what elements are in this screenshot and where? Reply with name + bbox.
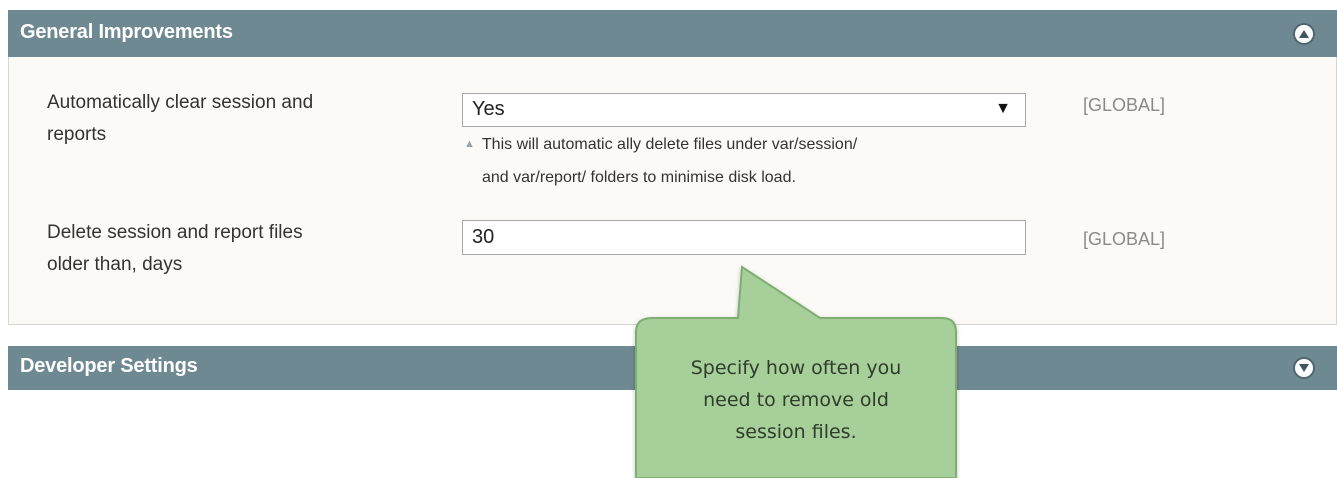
label-line: Automatically clear session and xyxy=(47,92,314,113)
scope-label: [GLOBAL] xyxy=(1083,229,1166,249)
hint-triangle-icon: ▲ xyxy=(464,138,475,150)
delete-older-days-input[interactable]: 30 xyxy=(462,220,1026,255)
section-title: Developer Settings xyxy=(20,355,198,377)
select-value: Yes xyxy=(472,98,505,120)
hint-line: and var/report/ folders to minimise disk… xyxy=(482,169,796,186)
label-line: reports xyxy=(47,124,107,145)
expand-down-icon[interactable] xyxy=(1293,357,1315,379)
general-improvements-panel: Automatically clear session and reports … xyxy=(8,57,1337,325)
auto-clear-label: Automatically clear session and reports xyxy=(47,87,427,151)
collapse-up-icon[interactable] xyxy=(1293,23,1315,45)
input-value: 30 xyxy=(472,226,495,248)
label-line: Delete session and report files xyxy=(47,222,303,243)
scope-label: [GLOBAL] xyxy=(1083,95,1166,115)
general-improvements-header[interactable]: General Improvements xyxy=(8,10,1337,57)
section-title: General Improvements xyxy=(20,21,233,43)
callout-line: need to remove old xyxy=(703,389,889,411)
callout-text: Specify how often you need to remove old… xyxy=(636,352,956,448)
hint-line: This will automatic ally delete files un… xyxy=(481,136,858,153)
callout-line: session files. xyxy=(735,421,857,443)
delete-older-label: Delete session and report files older th… xyxy=(47,217,427,281)
label-line: older than, days xyxy=(47,254,183,275)
dropdown-arrow-icon: ▼ xyxy=(995,100,1011,117)
auto-clear-hint: ▲ This will automatic ally delete files u… xyxy=(464,129,857,194)
callout-line: Specify how often you xyxy=(690,357,902,379)
auto-clear-select[interactable]: Yes ▼ xyxy=(462,93,1026,127)
